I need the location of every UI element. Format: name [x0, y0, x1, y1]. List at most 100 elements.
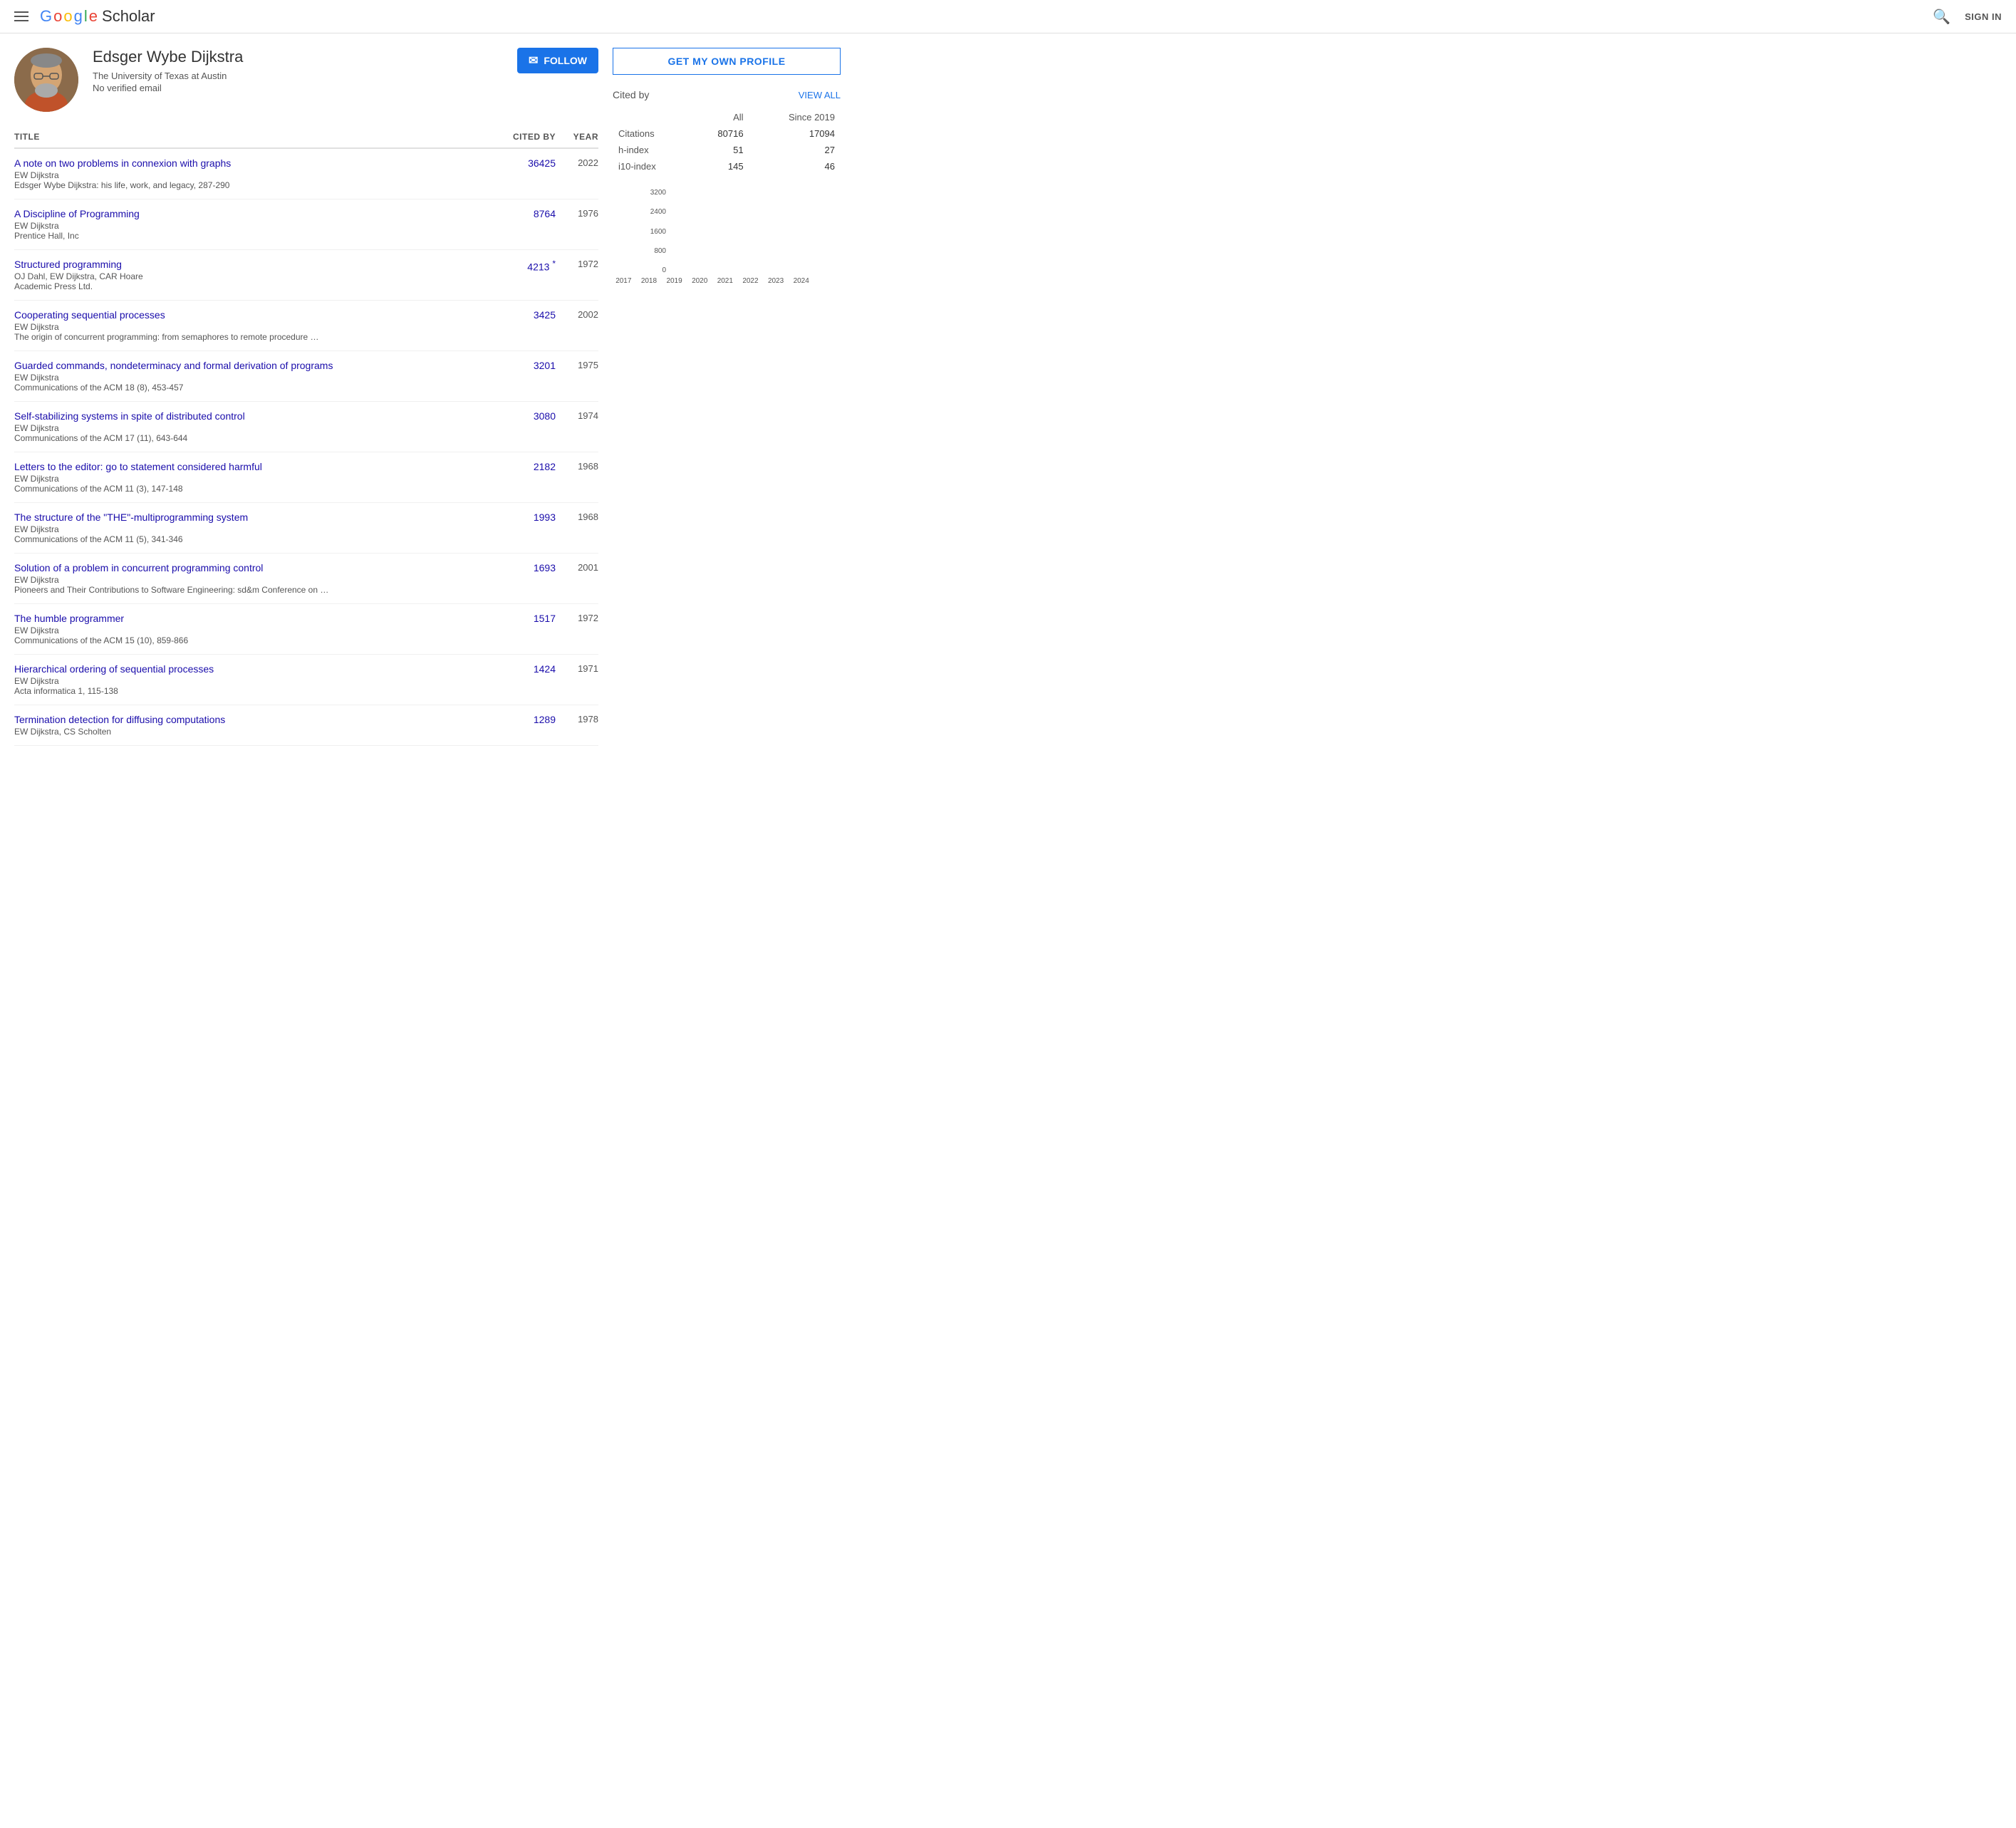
table-row: Structured programmingOJ Dahl, EW Dijkst… [14, 250, 598, 301]
paper-authors: EW Dijkstra [14, 322, 492, 332]
chart-bar-label: 2018 [638, 277, 660, 285]
chart-container: 3200240016008000 20172018201920202021202… [613, 189, 841, 285]
paper-authors: OJ Dahl, EW Dijkstra, CAR Hoare [14, 271, 492, 281]
main-content: Edsger Wybe Dijkstra The University of T… [0, 33, 855, 760]
paper-year: 1968 [556, 511, 598, 522]
paper-year: 1975 [556, 360, 598, 370]
paper-authors: EW Dijkstra [14, 170, 492, 180]
paper-authors: EW Dijkstra [14, 423, 492, 433]
follow-label: FOLLOW [544, 55, 587, 66]
scholar-text: Scholar [102, 7, 155, 26]
paper-cited-count[interactable]: 3201 [492, 360, 556, 371]
paper-cited-count[interactable]: 8764 [492, 208, 556, 219]
paper-title-link[interactable]: Letters to the editor: go to statement c… [14, 461, 262, 472]
stats-table: All Since 2019 Citations8071617094h-inde… [613, 109, 841, 175]
chart-bar-label: 2022 [739, 277, 762, 285]
paper-title-link[interactable]: Guarded commands, nondeterminacy and for… [14, 360, 333, 371]
stats-col-label [613, 109, 690, 125]
paper-year: 2001 [556, 562, 598, 573]
table-row: The humble programmerEW DijkstraCommunic… [14, 604, 598, 655]
header: Google Scholar 🔍 SIGN IN [0, 0, 2016, 33]
paper-authors: EW Dijkstra [14, 524, 492, 534]
get-profile-button[interactable]: GET MY OWN PROFILE [613, 48, 841, 75]
y-axis-label: 1600 [650, 228, 666, 236]
paper-venue: Communications of the ACM 11 (5), 341-34… [14, 534, 492, 544]
paper-year: 2022 [556, 157, 598, 168]
hamburger-menu[interactable] [14, 11, 28, 21]
profile-affiliation: The University of Texas at Austin [93, 71, 503, 81]
paper-title-link[interactable]: Cooperating sequential processes [14, 309, 165, 321]
header-left: Google Scholar [14, 7, 155, 26]
papers-list: A note on two problems in connexion with… [14, 149, 598, 746]
chart-bar-label: 2017 [613, 277, 635, 285]
logo-o2: o [63, 7, 72, 26]
table-row: Hierarchical ordering of sequential proc… [14, 655, 598, 705]
paper-title-link[interactable]: Termination detection for diffusing comp… [14, 714, 225, 725]
y-axis-label: 3200 [650, 189, 666, 197]
paper-authors: EW Dijkstra [14, 575, 492, 585]
paper-title-link[interactable]: Self-stabilizing systems in spite of dis… [14, 410, 245, 422]
stats-row: i10-index14546 [613, 158, 841, 175]
stats-col-since2019: Since 2019 [749, 109, 841, 125]
paper-authors: EW Dijkstra [14, 625, 492, 635]
paper-cited-count[interactable]: 1289 [492, 714, 556, 725]
follow-button[interactable]: ✉ FOLLOW [517, 48, 598, 73]
paper-venue: The origin of concurrent programming: fr… [14, 332, 492, 342]
paper-title-link[interactable]: A note on two problems in connexion with… [14, 157, 231, 169]
stats-cell-since2019: 46 [749, 158, 841, 175]
stats-col-all: All [690, 109, 749, 125]
table-row: Cooperating sequential processesEW Dijks… [14, 301, 598, 351]
paper-title-link[interactable]: Solution of a problem in concurrent prog… [14, 562, 263, 573]
paper-cited-count[interactable]: 1693 [492, 562, 556, 573]
chart-y-axis: 3200240016008000 [650, 189, 666, 274]
paper-year: 1974 [556, 410, 598, 421]
paper-cited-count[interactable]: 4213 * [492, 259, 556, 273]
search-icon[interactable]: 🔍 [1933, 8, 1950, 26]
paper-title-link[interactable]: The structure of the "THE"-multiprogramm… [14, 511, 248, 523]
paper-cited-count[interactable]: 3425 [492, 309, 556, 321]
paper-title-link[interactable]: Hierarchical ordering of sequential proc… [14, 663, 214, 675]
paper-venue: Communications of the ACM 17 (11), 643-6… [14, 433, 492, 443]
paper-authors: EW Dijkstra, CS Scholten [14, 727, 492, 737]
table-row: Guarded commands, nondeterminacy and for… [14, 351, 598, 402]
google-scholar-logo: Google Scholar [40, 7, 155, 26]
paper-cited-count[interactable]: 3080 [492, 410, 556, 422]
paper-title-link[interactable]: Structured programming [14, 259, 122, 270]
paper-venue: Communications of the ACM 18 (8), 453-45… [14, 383, 492, 393]
paper-cited-count[interactable]: 2182 [492, 461, 556, 472]
stats-cell-label: Citations [613, 125, 690, 142]
view-all-link[interactable]: VIEW ALL [799, 90, 841, 100]
col-title-header: TITLE [14, 132, 492, 142]
paper-cited-count[interactable]: 1517 [492, 613, 556, 624]
logo-e: e [89, 7, 98, 26]
avatar [14, 48, 78, 112]
cited-by-title: Cited by [613, 89, 649, 100]
paper-venue: Acta informatica 1, 115-138 [14, 686, 492, 696]
stats-cell-label: h-index [613, 142, 690, 158]
logo-l: l [84, 7, 88, 26]
chart-bar-label: 2023 [765, 277, 787, 285]
paper-cited-count[interactable]: 1424 [492, 663, 556, 675]
table-row: Solution of a problem in concurrent prog… [14, 554, 598, 604]
sign-in-button[interactable]: SIGN IN [1965, 11, 2002, 22]
paper-cited-count[interactable]: 36425 [492, 157, 556, 169]
mail-icon: ✉ [529, 53, 538, 68]
stats-cell-all: 80716 [690, 125, 749, 142]
paper-title-link[interactable]: A Discipline of Programming [14, 208, 140, 219]
paper-authors: EW Dijkstra [14, 676, 492, 686]
profile-email: No verified email [93, 83, 503, 93]
cited-by-header: Cited by VIEW ALL [613, 89, 841, 100]
profile-name: Edsger Wybe Dijkstra [93, 48, 503, 66]
paper-year: 1968 [556, 461, 598, 472]
paper-authors: EW Dijkstra [14, 474, 492, 484]
paper-title-link[interactable]: The humble programmer [14, 613, 124, 624]
col-cited-header: CITED BY [492, 132, 556, 142]
paper-year: 1978 [556, 714, 598, 725]
stats-cell-all: 145 [690, 158, 749, 175]
paper-cited-count[interactable]: 1993 [492, 511, 556, 523]
paper-year: 1971 [556, 663, 598, 674]
y-axis-label: 2400 [650, 208, 666, 216]
header-right: 🔍 SIGN IN [1933, 8, 2002, 26]
profile-header: Edsger Wybe Dijkstra The University of T… [14, 48, 598, 112]
paper-authors: EW Dijkstra [14, 373, 492, 383]
